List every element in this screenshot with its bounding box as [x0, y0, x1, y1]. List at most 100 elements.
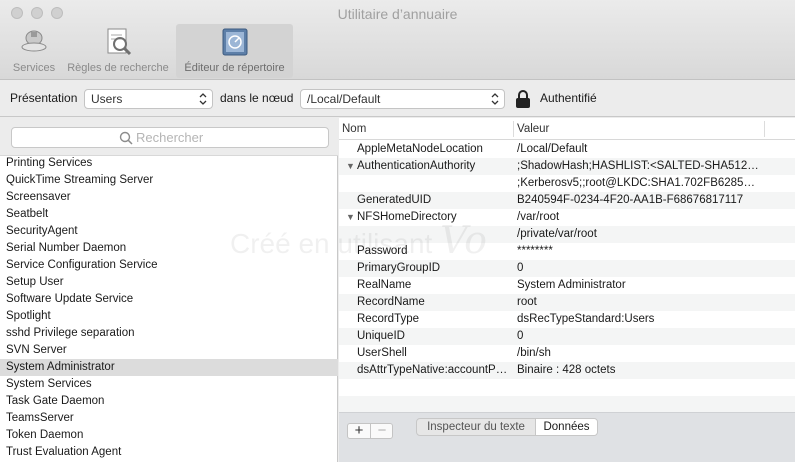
- remove-attribute-button[interactable]: −: [371, 423, 393, 438]
- attribute-value[interactable]: /var/root: [517, 209, 761, 226]
- column-header-name[interactable]: Nom: [342, 123, 366, 135]
- attribute-value[interactable]: 0: [517, 328, 761, 345]
- record-list-item[interactable]: Trust Evaluation Agent: [0, 444, 338, 461]
- node-popup[interactable]: /Local/Default: [300, 89, 505, 109]
- directory-editor-icon: [222, 28, 247, 56]
- search-input[interactable]: [136, 129, 316, 146]
- column-header-value[interactable]: Valeur: [517, 123, 549, 135]
- attribute-value[interactable]: ;ShadowHash;HASHLIST:<SALTED-SHA512-…: [517, 158, 761, 175]
- add-remove-control: + −: [347, 423, 393, 439]
- record-list-item[interactable]: Service Configuration Service: [0, 257, 338, 274]
- window-toolbar: Utilitaire d’annuaire Services Règles de…: [0, 0, 795, 80]
- toolbar-search-rules-button[interactable]: Règles de recherche: [62, 24, 174, 78]
- attribute-row[interactable]: /private/var/root: [339, 226, 795, 243]
- attribute-name: PrimaryGroupID: [357, 262, 441, 274]
- popup-arrows-icon: [199, 93, 207, 105]
- attribute-value[interactable]: /private/var/root: [517, 226, 761, 243]
- attribute-name: GeneratedUID: [357, 194, 432, 206]
- attribute-name: AuthenticationAuthority: [357, 160, 476, 172]
- attribute-value[interactable]: System Administrator: [517, 277, 761, 294]
- attribute-name: UniqueID: [357, 330, 405, 342]
- toolbar-directory-editor-button[interactable]: Éditeur de répertoire: [176, 24, 293, 78]
- toolbar-services-button[interactable]: Services: [8, 24, 60, 78]
- attribute-value[interactable]: /bin/sh: [517, 345, 761, 362]
- record-list-item[interactable]: sshd Privilege separation: [0, 325, 338, 342]
- add-attribute-button[interactable]: +: [348, 423, 371, 438]
- attribute-row[interactable]: PrimaryGroupID 0: [339, 260, 795, 277]
- record-list-item[interactable]: SVN Server: [0, 342, 338, 359]
- record-list-item[interactable]: SecurityAgent: [0, 223, 338, 240]
- attribute-value[interactable]: Binaire : 428 octets: [517, 362, 761, 379]
- disclosure-triangle-icon[interactable]: ▼: [346, 209, 355, 226]
- node-label: dans le nœud: [220, 91, 294, 105]
- record-list-item[interactable]: System Administrator: [0, 359, 338, 376]
- attribute-value[interactable]: ********: [517, 243, 761, 260]
- attribute-row[interactable]: GeneratedUID B240594F-0234-4F20-AA1B-F686…: [339, 192, 795, 209]
- auth-status: Authentifié: [540, 91, 597, 105]
- attribute-row[interactable]: RecordType dsRecTypeStandard:Users: [339, 311, 795, 328]
- services-icon: [21, 30, 47, 52]
- disclosure-triangle-icon[interactable]: ▼: [346, 158, 355, 175]
- record-list-item[interactable]: Screensaver: [0, 189, 338, 206]
- attribute-value[interactable]: ;Kerberosv5;;root@LKDC:SHA1.702FB62857…: [517, 175, 761, 192]
- attribute-row[interactable]: AppleMetaNodeLocation/Local/Default: [339, 141, 795, 158]
- attribute-name: AppleMetaNodeLocation: [357, 143, 483, 155]
- column-divider[interactable]: [513, 121, 514, 137]
- record-list-item[interactable]: QuickTime Streaming Server: [0, 172, 338, 189]
- attribute-table: AppleMetaNodeLocation/Local/Default ▼ Auth…: [339, 141, 795, 413]
- attribute-row[interactable]: UserShell/bin/sh: [339, 345, 795, 362]
- data-tab[interactable]: Données: [535, 419, 597, 435]
- attribute-row[interactable]: ▼ NFSHomeDirectory/var/root: [339, 209, 795, 226]
- record-list-item[interactable]: Seatbelt: [0, 206, 338, 223]
- record-list-item[interactable]: Task Gate Daemon: [0, 393, 338, 410]
- attribute-name: NFSHomeDirectory: [357, 211, 457, 223]
- window-title: Utilitaire d’annuaire: [337, 6, 458, 22]
- lock-icon[interactable]: [514, 89, 532, 109]
- record-list-item[interactable]: Token Daemon: [0, 427, 338, 444]
- attribute-name: RealName: [357, 279, 412, 291]
- toolbar-search-rules-label: Règles de recherche: [67, 62, 169, 74]
- attribute-name: UserShell: [357, 347, 407, 359]
- search-rules-icon: [107, 28, 132, 56]
- record-list-panel: Printing ServicesQuickTime Streaming Ser…: [0, 118, 338, 462]
- column-divider[interactable]: [764, 121, 765, 137]
- attribute-row[interactable]: ;Kerberosv5;;root@LKDC:SHA1.702FB62857…: [339, 175, 795, 192]
- record-list-item[interactable]: Serial Number Daemon: [0, 240, 338, 257]
- empty-row: [339, 396, 795, 413]
- record-list: Printing Services QuickTime Streaming Ser…: [0, 155, 338, 461]
- search-area: [0, 118, 338, 156]
- text-inspector-tab[interactable]: Inspecteur du texte: [417, 419, 535, 435]
- attribute-name: RecordName: [357, 296, 425, 308]
- attribute-value[interactable]: 0: [517, 260, 761, 277]
- record-list-item[interactable]: Software Update Service: [0, 291, 338, 308]
- attribute-row[interactable]: RealName System Administrator: [339, 277, 795, 294]
- attribute-row[interactable]: Password ********: [339, 243, 795, 260]
- empty-row: [339, 379, 795, 396]
- attribute-panel: Nom Valeur AppleMetaNodeLocation/Local/D…: [339, 118, 795, 462]
- record-list-item[interactable]: Setup User: [0, 274, 338, 291]
- attribute-row[interactable]: ▼ AuthenticationAuthority ;ShadowHash;HASH…: [339, 158, 795, 175]
- toolbar-directory-editor-label: Éditeur de répertoire: [184, 62, 285, 74]
- record-list-item[interactable]: Printing Services: [0, 155, 338, 172]
- view-mode-segmented-control: Inspecteur du texte Données: [416, 418, 598, 436]
- attribute-value[interactable]: dsRecTypeStandard:Users: [517, 311, 761, 328]
- record-type-popup[interactable]: Users: [84, 89, 213, 109]
- attribute-name: dsAttrTypeNative:accountP…: [357, 364, 508, 376]
- attribute-name: Password: [357, 245, 408, 257]
- attribute-value[interactable]: root: [517, 294, 761, 311]
- attribute-value[interactable]: /Local/Default: [517, 141, 761, 158]
- attribute-value[interactable]: B240594F-0234-4F20-AA1B-F68676817117: [517, 192, 761, 209]
- record-list-item[interactable]: TeamsServer: [0, 410, 338, 427]
- attribute-row[interactable]: RecordName root: [339, 294, 795, 311]
- record-list-item[interactable]: Spotlight: [0, 308, 338, 325]
- presentation-label: Présentation: [10, 91, 78, 105]
- record-list-item[interactable]: System Services: [0, 376, 338, 393]
- search-icon: [119, 131, 133, 145]
- search-field[interactable]: [11, 127, 329, 148]
- attribute-row[interactable]: dsAttrTypeNative:accountP… Binaire : 428 …: [339, 362, 795, 379]
- attribute-row[interactable]: UniqueID 0: [339, 328, 795, 345]
- toolbar-services-label: Services: [12, 62, 56, 74]
- presentation-bar: Présentation Users dans le nœud /Local/D…: [0, 81, 795, 117]
- attribute-name: RecordType: [357, 313, 420, 325]
- node-value: /Local/Default: [307, 92, 381, 106]
